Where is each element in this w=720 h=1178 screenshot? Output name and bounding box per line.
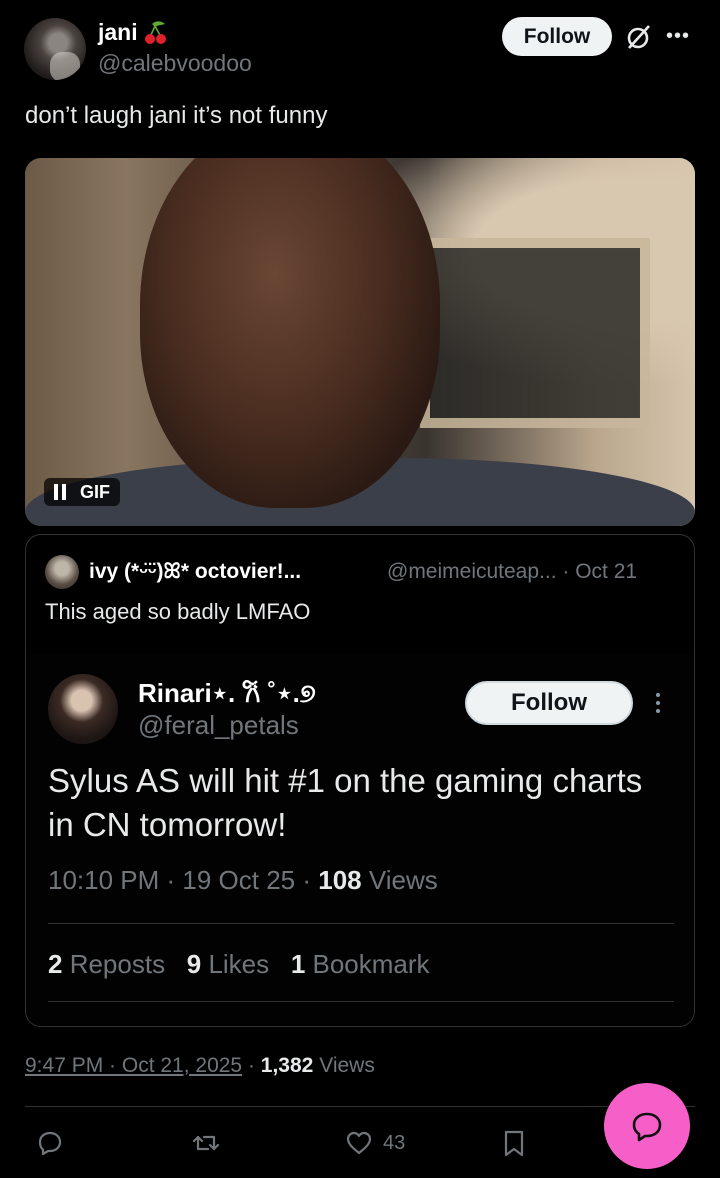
gif-label: GIF xyxy=(80,481,110,502)
tweet-views-label: Views xyxy=(313,1054,375,1077)
screenshot-divider-bottom xyxy=(48,1001,674,1002)
gif-picture-frame xyxy=(420,238,650,428)
like-count: 43 xyxy=(383,1131,406,1154)
action-divider xyxy=(25,1106,695,1107)
quoted-tweet-header: ivy (*ᵕ̈ᵕ̈)ꕤ* octovier!... @meimeicuteap… xyxy=(45,555,685,589)
tweet-timestamp-row: 9:47 PM · Oct 21, 2025 · 1,382 Views xyxy=(25,1054,375,1078)
screenshot-views-count: 108 xyxy=(318,865,362,895)
cherry-icon xyxy=(144,21,166,44)
tweet-header: jani @calebvoodoo Follow ••• xyxy=(0,0,720,95)
reply-button[interactable] xyxy=(34,1126,66,1160)
screenshot-follow-button: Follow xyxy=(465,681,633,725)
tweet-timestamp[interactable]: 9:47 PM · Oct 21, 2025 xyxy=(25,1054,242,1077)
more-options-icon[interactable]: ••• xyxy=(664,22,692,50)
grok-chat-fab[interactable] xyxy=(604,1083,690,1169)
screenshot-reposts-count: 2 xyxy=(48,949,63,979)
author-name[interactable]: jani xyxy=(98,19,138,46)
quoted-author-handle-date[interactable]: @meimeicuteap... · Oct 21 xyxy=(387,560,637,584)
tweet-media-gif[interactable] xyxy=(25,158,695,526)
like-button[interactable]: 43 xyxy=(343,1126,405,1160)
screenshot-stats: 2 Reposts 9 Likes 1 Bookmark xyxy=(48,949,430,980)
screenshot-views-label: Views xyxy=(361,865,438,895)
bookmark-icon xyxy=(504,1130,524,1157)
screenshot-avatar xyxy=(48,674,118,744)
author-name-row[interactable]: jani xyxy=(98,18,170,46)
repost-button[interactable] xyxy=(190,1126,222,1160)
repost-icon xyxy=(192,1135,220,1151)
screenshot-likes-count: 9 xyxy=(186,949,202,979)
quoted-author-avatar[interactable] xyxy=(45,555,79,589)
timestamp-separator: · xyxy=(242,1054,261,1077)
screenshot-time: 10:10 PM · 19 Oct 25 · xyxy=(48,865,319,895)
screenshot-divider xyxy=(48,923,674,924)
screenshot-bookmarks-count: 1 xyxy=(290,949,306,979)
gif-badge[interactable]: GIF xyxy=(44,478,120,506)
reply-icon xyxy=(38,1131,62,1156)
gif-person xyxy=(140,158,440,508)
grok-chat-icon xyxy=(632,1112,662,1142)
grok-icon[interactable] xyxy=(624,22,654,52)
screenshot-author-handle: @feral_petals xyxy=(138,710,299,740)
quoted-author-name[interactable]: ivy (*ᵕ̈ᵕ̈)ꕤ* octovier!... xyxy=(89,560,301,584)
author-handle[interactable]: @calebvoodoo xyxy=(98,50,252,77)
tweet-views-count: 1,382 xyxy=(260,1054,314,1077)
screenshot-tweet-text: Sylus AS will hit #1 on the gaming chart… xyxy=(48,762,643,843)
heart-icon xyxy=(346,1131,372,1155)
screenshot-meta: 10:10 PM · 19 Oct 25 · 108 Views xyxy=(48,865,438,896)
screenshot-bookmarks-label: Bookmark xyxy=(305,949,430,979)
follow-button[interactable]: Follow xyxy=(502,17,612,56)
quoted-screenshot[interactable]: Rinari⋆. 𐙚 ˚⋆.୭ @feral_petals Follow Syl… xyxy=(26,655,694,1026)
bookmark-button[interactable] xyxy=(498,1126,530,1160)
pause-icon[interactable] xyxy=(54,484,66,500)
quoted-tweet[interactable]: ivy (*ᵕ̈ᵕ̈)ꕤ* octovier!... @meimeicuteap… xyxy=(25,534,695,1027)
screenshot-more-icon xyxy=(648,685,668,721)
tweet-text: don’t laugh jani it’s not funny xyxy=(25,102,328,129)
author-avatar[interactable] xyxy=(24,18,86,80)
screenshot-author-name: Rinari⋆. 𐙚 ˚⋆.୭ xyxy=(138,678,316,708)
screenshot-reposts-label: Reposts xyxy=(62,949,166,979)
screenshot-likes-label: Likes xyxy=(201,949,270,979)
quoted-tweet-text: This aged so badly LMFAO xyxy=(45,599,311,624)
